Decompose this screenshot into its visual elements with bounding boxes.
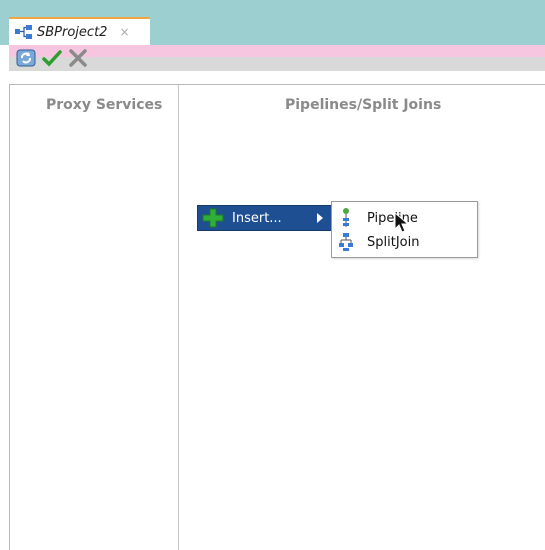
- pipelines-heading: Pipelines/Split Joins: [285, 97, 442, 113]
- apply-button[interactable]: [41, 48, 63, 68]
- cancel-button[interactable]: [67, 48, 89, 68]
- splitjoin-icon: [338, 231, 354, 253]
- check-icon: [42, 50, 62, 67]
- tab-sbproject2[interactable]: SBProject2 ×: [9, 17, 150, 45]
- tab-title: SBProject2: [37, 24, 108, 40]
- proxy-services-panel[interactable]: [10, 85, 179, 550]
- cancel-icon: [69, 49, 87, 67]
- splitjoin-label: SplitJoin: [367, 234, 420, 250]
- pipeline-icon: [338, 207, 354, 229]
- submenu-arrow-icon: [317, 213, 323, 223]
- proxy-services-heading: Proxy Services: [46, 97, 163, 113]
- refresh-icon: [16, 49, 36, 67]
- mouse-cursor-icon: [394, 212, 410, 233]
- insert-label: Insert...: [232, 210, 282, 226]
- plus-icon: [202, 208, 224, 228]
- editor-toolbar: [9, 45, 545, 71]
- refresh-button[interactable]: [15, 48, 37, 68]
- project-icon: [15, 25, 32, 39]
- tab-close-button[interactable]: ×: [119, 25, 129, 39]
- context-menu-insert[interactable]: Insert...: [197, 205, 332, 231]
